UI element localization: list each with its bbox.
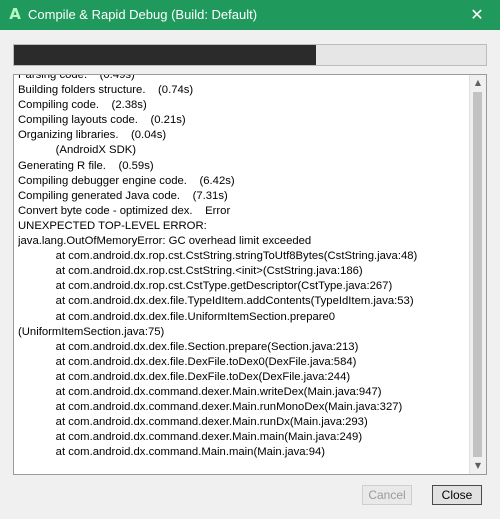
log-line: at com.android.dx.command.dexer.Main.run… [18, 401, 403, 414]
log-line: at com.android.dx.rop.cst.CstString.<ini… [18, 265, 363, 278]
window-title: Compile & Rapid Debug (Build: Default) [28, 7, 258, 22]
log-line: at com.android.dx.rop.cst.CstType.getDes… [18, 280, 393, 293]
log-line: (UniformItemSection.java:75) [18, 325, 165, 338]
log-line: Convert byte code - optimized dex. Error [18, 204, 231, 217]
title-bar[interactable]: A Compile & Rapid Debug (Build: Default)… [0, 0, 500, 30]
log-line: java.lang.OutOfMemoryError: GC overhead … [18, 235, 312, 248]
log-line: Generating R file. (0.59s) [18, 159, 154, 172]
b4a-app-icon: A [9, 5, 21, 23]
build-log-output[interactable]: Parsing code. (0.49s) Building folders st… [13, 74, 487, 475]
log-line: at com.android.dx.command.dexer.Main.mai… [18, 431, 363, 444]
scrollbar-thumb[interactable] [473, 92, 482, 457]
log-line: Compiling generated Java code. (7.31s) [18, 189, 228, 202]
log-line: at com.android.dx.command.Main.main(Main… [18, 446, 326, 459]
log-vertical-scrollbar[interactable]: ▲ ▼ [469, 75, 486, 474]
log-line: Compiling debugger engine code. (6.42s) [18, 174, 235, 187]
log-text: Parsing code. (0.49s) Building folders st… [18, 74, 466, 460]
close-window-icon[interactable]: ✕ [454, 0, 500, 30]
compile-dialog: A Compile & Rapid Debug (Build: Default)… [0, 0, 500, 519]
log-line: at com.android.dx.rop.cst.CstString.stri… [18, 250, 418, 263]
close-button[interactable]: Close [432, 485, 482, 505]
log-line: Compiling layouts code. (0.21s) [18, 114, 186, 127]
log-line: at com.android.dx.dex.file.Section.prepa… [18, 340, 359, 353]
scroll-up-arrow-icon[interactable]: ▲ [470, 75, 486, 91]
log-line: UNEXPECTED TOP-LEVEL ERROR: [18, 219, 207, 232]
log-line: (AndroidX SDK) [18, 144, 137, 157]
build-progress-bar [13, 44, 487, 66]
progress-bar-fill [14, 45, 317, 65]
log-line: Building folders structure. (0.74s) [18, 84, 194, 97]
log-line: at com.android.dx.dex.file.DexFile.toDex… [18, 370, 351, 383]
log-line: at com.android.dx.dex.file.UniformItemSe… [18, 310, 336, 323]
cancel-button[interactable]: Cancel [362, 485, 412, 505]
log-line: at com.android.dx.command.dexer.Main.wri… [18, 385, 382, 398]
log-line: Parsing code. (0.49s) [18, 74, 135, 81]
log-line: at com.android.dx.dex.file.DexFile.toDex… [18, 355, 357, 368]
scroll-down-arrow-icon[interactable]: ▼ [470, 458, 486, 474]
log-line: at com.android.dx.dex.file.TypeIdItem.ad… [18, 295, 414, 308]
log-line: at com.android.dx.command.dexer.Main.run… [18, 416, 368, 429]
log-line: Organizing libraries. (0.04s) [18, 129, 167, 142]
log-line: Compiling code. (2.38s) [18, 99, 147, 112]
